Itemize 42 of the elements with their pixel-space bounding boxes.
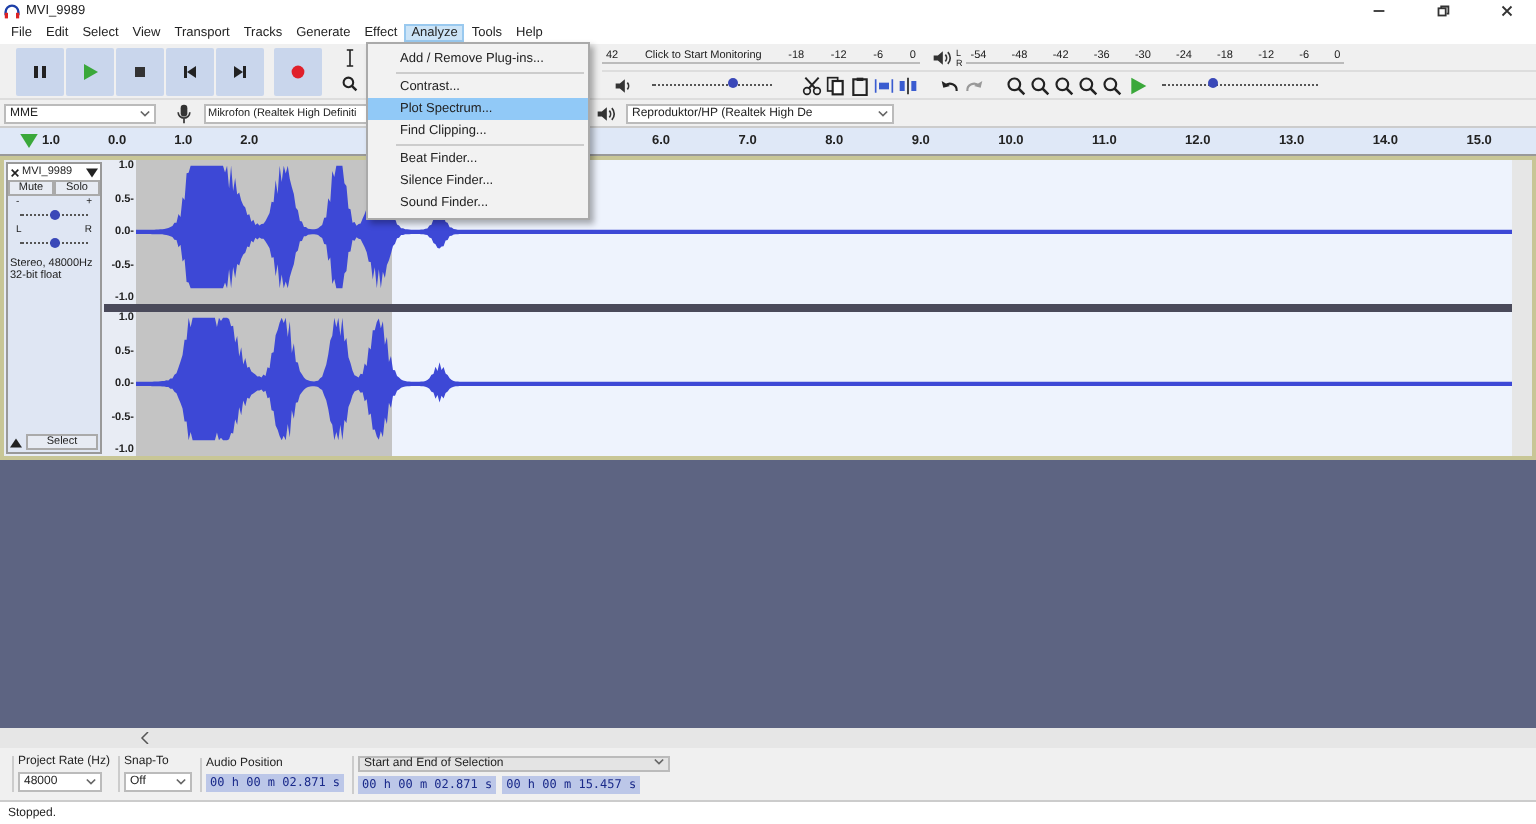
scissors-icon[interactable] bbox=[802, 75, 822, 95]
copy-icon[interactable] bbox=[826, 75, 846, 95]
zoom-icon[interactable] bbox=[1054, 75, 1074, 95]
app-icon bbox=[4, 3, 20, 19]
pause-button[interactable] bbox=[16, 47, 64, 95]
skip-to-end-button[interactable] bbox=[216, 47, 264, 95]
zoom-icon[interactable] bbox=[1102, 75, 1122, 95]
skip-to-start-icon bbox=[180, 61, 200, 81]
skip-to-end-icon bbox=[230, 61, 250, 81]
record-icon bbox=[288, 61, 308, 81]
caret-icon bbox=[654, 757, 665, 765]
caret-icon bbox=[140, 109, 150, 117]
speaker-icon bbox=[614, 75, 634, 95]
zoom-tool-icon[interactable] bbox=[342, 74, 358, 95]
skip-to-start-button[interactable] bbox=[166, 47, 214, 95]
stop-icon bbox=[130, 61, 150, 81]
collapse-arrow-icon[interactable] bbox=[10, 437, 22, 447]
zoom-icon[interactable] bbox=[1078, 75, 1098, 95]
pause-icon bbox=[30, 61, 50, 81]
speaker-icon bbox=[932, 47, 952, 67]
play-icon bbox=[80, 61, 100, 81]
scroll-left-icon[interactable] bbox=[140, 732, 150, 744]
close-icon[interactable] bbox=[1498, 2, 1516, 20]
dropdown-arrow-icon[interactable] bbox=[86, 167, 98, 177]
record-button[interactable] bbox=[274, 47, 322, 95]
close-icon[interactable] bbox=[10, 167, 20, 177]
speaker-icon bbox=[596, 103, 616, 123]
trim-icon[interactable] bbox=[874, 75, 894, 95]
silence-icon[interactable] bbox=[898, 75, 918, 95]
caret-icon bbox=[878, 109, 888, 117]
horizontal-scrollbar[interactable] bbox=[0, 728, 1536, 748]
stop-button[interactable] bbox=[116, 47, 164, 95]
zoom-icon[interactable] bbox=[1006, 75, 1026, 95]
selection-tool-icon[interactable] bbox=[342, 47, 358, 68]
caret-icon bbox=[86, 778, 96, 786]
vertical-scrollbar[interactable] bbox=[1512, 160, 1532, 456]
play-head-icon bbox=[20, 134, 38, 148]
caret-icon bbox=[176, 778, 187, 786]
paste-icon[interactable] bbox=[850, 75, 870, 95]
restore-icon[interactable] bbox=[1434, 2, 1452, 20]
microphone-icon bbox=[174, 103, 194, 123]
zoom-icon[interactable] bbox=[1030, 75, 1050, 95]
